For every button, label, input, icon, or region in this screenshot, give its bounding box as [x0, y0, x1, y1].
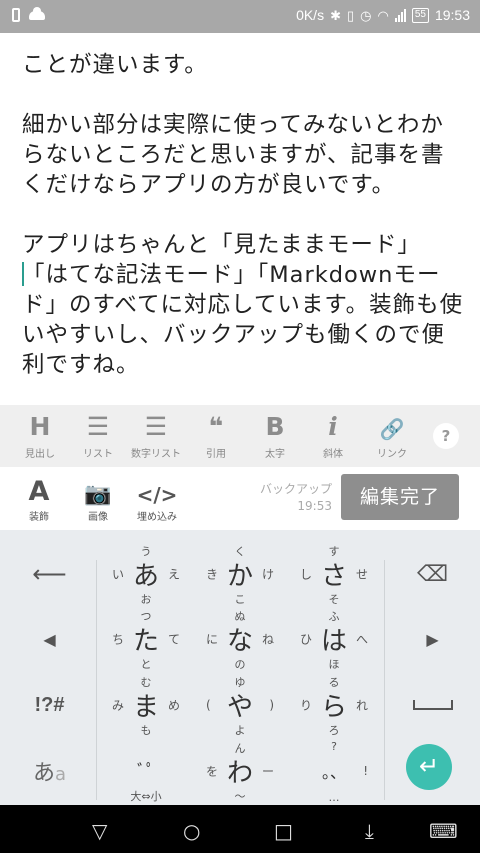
link-button[interactable]: 🔗 リンク	[362, 405, 422, 467]
symbols-key[interactable]: !?#	[2, 672, 97, 738]
cursor-left-undo-key[interactable]: ⟵	[2, 541, 97, 607]
format-toolbar: H 見出し ☰ リスト ☰ 数字リスト ❝ 引用 B 太字 i 斜体 🔗 リンク	[0, 405, 480, 467]
bold-icon: B	[265, 412, 285, 441]
quote-button[interactable]: ❝ 引用	[186, 405, 246, 467]
decoration-icon: A	[28, 476, 50, 507]
kana-key-ka[interactable]: くきかけこ	[190, 541, 290, 607]
back-icon[interactable]: ▽	[92, 819, 107, 843]
editor-text: 「はてな記法モード」「Markdownモード」のすべてに対応しています。装飾も使…	[22, 262, 464, 378]
wifi-icon: ◠	[377, 7, 389, 23]
kana-key-ha[interactable]: ふひはへほ	[284, 606, 384, 672]
enter-icon: ↵	[418, 752, 440, 780]
editor-line: アプリはちゃんと「見たままモード」	[22, 232, 421, 258]
notification-pull-icon[interactable]: ⤓	[365, 819, 374, 843]
quote-icon: ❝	[208, 412, 224, 441]
kana-key-a[interactable]: ういあえお	[96, 541, 196, 607]
decoration-button[interactable]: A 装飾	[9, 467, 69, 530]
input-mode-key[interactable]: あa	[2, 738, 97, 804]
cloud-icon	[29, 6, 45, 20]
numbered-list-icon: ☰	[144, 412, 168, 441]
kana-key-sa[interactable]: すしさせそ	[284, 541, 384, 607]
enter-key[interactable]: ↵	[406, 744, 452, 790]
italic-button[interactable]: i 斜体	[303, 405, 363, 467]
phone-icon	[12, 8, 20, 22]
backup-status: バックアップ 19:53	[259, 482, 332, 513]
dakuten-key[interactable]: ﾞﾟ 大⇔小	[96, 738, 196, 804]
kana-key-wa[interactable]: んをわー〜	[190, 738, 290, 804]
keyboard-icon[interactable]: ⌨	[429, 819, 458, 843]
image-button[interactable]: 📷 画像	[68, 467, 128, 530]
editor-body[interactable]: ことが違います。 細かい部分は実際に使ってみないとわからないところだと思いますが…	[22, 50, 467, 380]
embed-button[interactable]: </> 埋め込み	[127, 467, 187, 530]
cursor-left-key[interactable]: ◀	[2, 606, 97, 672]
undo-arrow-icon: ⟵	[32, 560, 67, 588]
cursor-right-key[interactable]: ▶	[385, 606, 480, 672]
network-speed: 0K/s	[296, 7, 325, 23]
arrow-left-icon: ◀	[43, 629, 56, 649]
backspace-icon: ⌫	[416, 561, 449, 587]
numbered-list-button[interactable]: ☰ 数字リスト	[126, 405, 186, 467]
vibrate-icon: ▯	[346, 7, 355, 23]
alarm-icon: ◷	[360, 7, 372, 23]
arrow-right-icon: ▶	[426, 629, 439, 649]
link-icon: 🔗	[379, 417, 405, 441]
camera-icon: 📷	[84, 482, 112, 507]
kana-key-ra[interactable]: るりられろ	[284, 672, 384, 738]
bluetooth-icon: ✱	[330, 7, 341, 23]
battery-level: 55	[411, 7, 429, 23]
navigation-bar: ▽ ○ □ ⤓ ⌨	[0, 805, 480, 853]
editor-line: ことが違います。	[22, 52, 208, 78]
bold-button[interactable]: B 太字	[245, 405, 305, 467]
code-icon: </>	[136, 483, 178, 507]
recents-icon[interactable]: □	[274, 819, 293, 843]
kana-key-ya[interactable]: ゆ(や) よ	[190, 672, 290, 738]
help-button[interactable]: ?	[433, 423, 459, 449]
editor-paragraph: アプリはちゃんと「見たままモード」「はてな記法モード」「Markdownモード」…	[22, 230, 467, 380]
signal-icon	[394, 8, 406, 22]
status-bar: 0K/s ✱ ▯ ◷ ◠ 55 19:53	[0, 0, 480, 33]
punctuation-key[interactable]: ?。、!…	[284, 738, 384, 804]
space-key[interactable]	[385, 672, 480, 738]
heading-icon: H	[29, 412, 51, 441]
editor-paragraph: 細かい部分は実際に使ってみないとわからないところだと思いますが、記事を書くだけな…	[22, 112, 445, 198]
kana-key-ma[interactable]: むみまめも	[96, 672, 196, 738]
list-button[interactable]: ☰ リスト	[68, 405, 128, 467]
kana-key-ta[interactable]: つちたてと	[96, 606, 196, 672]
home-icon[interactable]: ○	[183, 819, 200, 843]
italic-icon: i	[328, 412, 338, 441]
list-icon: ☰	[86, 412, 110, 441]
finish-editing-button[interactable]: 編集完了	[341, 474, 459, 520]
backspace-key[interactable]: ⌫	[385, 541, 480, 607]
clock: 19:53	[434, 7, 470, 23]
kana-key-na[interactable]: ぬになねの	[190, 606, 290, 672]
heading-button[interactable]: H 見出し	[10, 405, 70, 467]
space-icon	[412, 700, 453, 710]
